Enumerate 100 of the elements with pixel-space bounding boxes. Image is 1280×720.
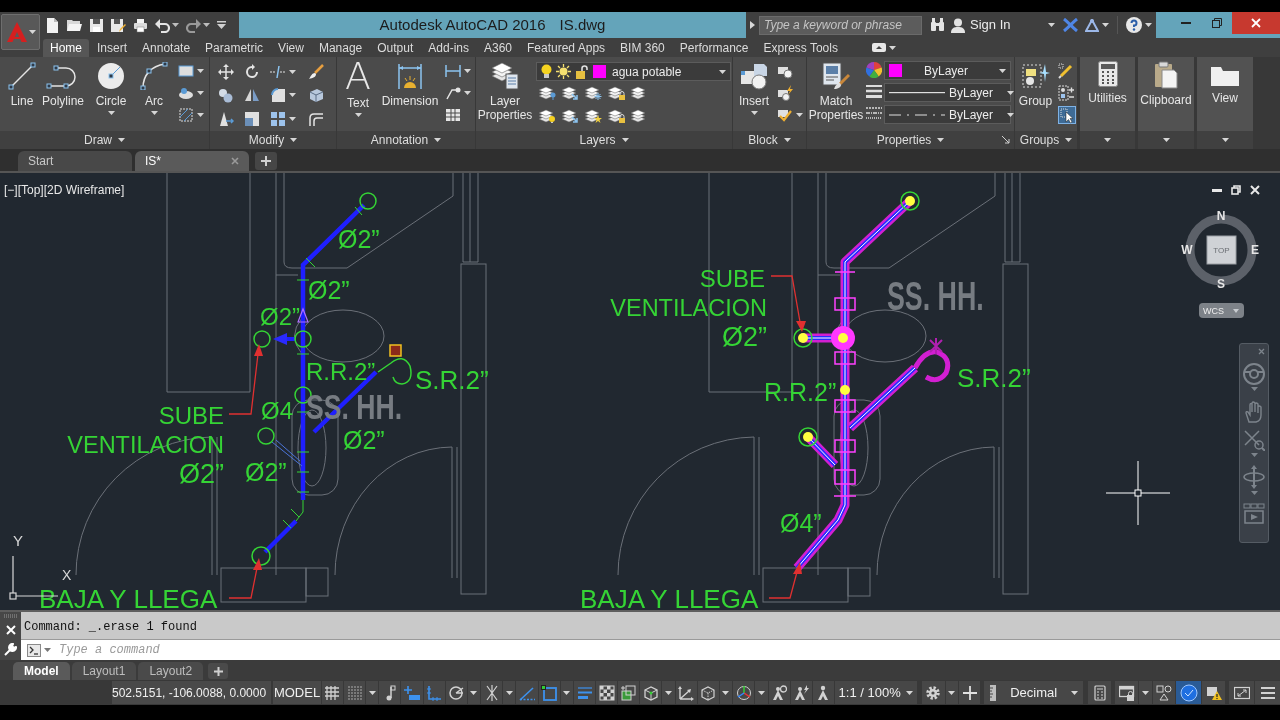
stacked-squares-icon[interactable] <box>620 684 637 701</box>
ellipse-dot-icon[interactable] <box>178 85 194 101</box>
grip-icon[interactable] <box>389 344 402 357</box>
search-field[interactable]: Type a keyword or phrase <box>759 15 922 35</box>
panel-title-button[interactable]: Layers <box>476 131 732 149</box>
grid-squares-icon[interactable] <box>270 111 286 128</box>
ribbon-tab[interactable]: Parametric <box>198 39 271 57</box>
brush-icon[interactable] <box>308 63 324 80</box>
circular-arrow-icon[interactable] <box>244 63 260 80</box>
ribbon-tab[interactable]: Home <box>43 39 89 57</box>
compass-label[interactable]: E <box>1251 243 1259 257</box>
layer-arrow-icon[interactable] <box>561 107 579 123</box>
caret-icon[interactable] <box>1102 23 1109 27</box>
four-arrows-icon[interactable] <box>218 63 234 80</box>
ucs-menu-button[interactable]: WCS <box>1199 303 1244 318</box>
leader-line-icon[interactable] <box>445 85 461 101</box>
caret-icon[interactable] <box>464 69 471 73</box>
caret-icon[interactable] <box>172 23 179 27</box>
line-tool-button[interactable]: Line <box>6 57 38 131</box>
layer-stack-icon[interactable] <box>630 107 648 123</box>
text-tool-button[interactable]: A Text <box>337 57 379 131</box>
redo-arrow-icon[interactable] <box>186 17 201 33</box>
caret-icon[interactable] <box>470 690 478 695</box>
clipboard-button[interactable]: Clipboard <box>1138 57 1194 131</box>
plus-bar-icon[interactable] <box>404 684 420 701</box>
right-angle-icon[interactable] <box>426 684 443 701</box>
line-weights-icon[interactable] <box>866 84 882 100</box>
caret-icon[interactable] <box>197 91 204 95</box>
customize-menu-icon[interactable] <box>217 21 226 29</box>
warning-icon[interactable] <box>1205 684 1222 701</box>
rectangle-check-icon[interactable] <box>777 107 793 123</box>
up-triangle-box-icon[interactable] <box>871 43 886 52</box>
caret-icon[interactable] <box>203 23 210 27</box>
circle-check-icon[interactable] <box>1179 683 1198 702</box>
layout-tab[interactable]: Layout2 <box>138 662 204 680</box>
polyline-tool-button[interactable]: Polyline <box>38 57 88 131</box>
panel-title-button[interactable]: Draw <box>0 131 209 149</box>
panel-title-button[interactable]: Properties <box>807 131 1014 149</box>
caret-icon[interactable] <box>197 69 204 73</box>
ribbon-tab[interactable]: View <box>271 39 311 57</box>
caret-icon[interactable] <box>948 690 956 695</box>
x-shape-icon[interactable] <box>1063 18 1078 32</box>
ribbon-tab[interactable]: Performance <box>672 39 756 57</box>
caret-icon[interactable] <box>796 113 803 117</box>
ribbon-tab[interactable]: Manage <box>311 39 370 57</box>
layer-arrow-icon[interactable] <box>561 84 579 100</box>
ribbon-tab[interactable]: Output <box>370 39 421 57</box>
fullscreen-icon[interactable] <box>1233 684 1250 701</box>
checkerboard-icon[interactable] <box>598 684 615 701</box>
open-lock-icon[interactable] <box>575 64 589 79</box>
layer-dropdown[interactable]: agua potable <box>536 62 731 81</box>
circles-icon[interactable] <box>218 87 234 104</box>
annotation-scale-dropdown[interactable]: 1:1 / 100% <box>834 681 917 704</box>
compass-label[interactable]: S <box>1217 277 1225 291</box>
dashed-lines-icon[interactable] <box>866 106 882 122</box>
binoculars-icon[interactable] <box>930 18 945 32</box>
dimension-line-icon[interactable] <box>445 63 461 79</box>
cube-icon[interactable] <box>642 684 659 701</box>
lineweight-dropdown[interactable]: ByLayer <box>884 83 1011 102</box>
cross-magnifier-icon[interactable] <box>1243 429 1265 451</box>
floppy-pencil-icon[interactable] <box>111 17 126 33</box>
new-layout-button[interactable] <box>208 663 229 679</box>
caret-icon[interactable] <box>888 45 896 50</box>
folder-icon[interactable] <box>67 17 82 33</box>
menu-icon[interactable] <box>1259 684 1276 701</box>
axes-icon[interactable] <box>678 684 695 701</box>
layer-pin-icon[interactable] <box>538 84 556 100</box>
line-weights-icon[interactable] <box>576 684 593 701</box>
panel-title-button[interactable]: Block <box>733 131 806 149</box>
ribbon-tab[interactable]: Annotate <box>135 39 198 57</box>
layout-tab[interactable]: Layout1 <box>71 662 137 680</box>
dashed-line-icon[interactable] <box>270 63 286 80</box>
triangle-arrow-icon[interactable] <box>218 111 234 128</box>
minimize-icon[interactable] <box>1212 188 1222 192</box>
customize-command-line-button[interactable] <box>4 643 17 656</box>
utilities-button[interactable]: Utilities <box>1080 57 1135 131</box>
caret-icon[interactable] <box>1141 690 1149 695</box>
angle-icon[interactable] <box>519 684 535 701</box>
caret-icon[interactable] <box>563 690 571 695</box>
sign-in-button[interactable]: Sign In <box>951 15 1055 35</box>
dialog-launcher-icon[interactable] <box>1002 136 1010 144</box>
ribbon-tab[interactable]: Express Tools <box>756 39 845 57</box>
caret-icon[interactable] <box>289 93 296 98</box>
layer-lock-icon[interactable] <box>607 84 625 100</box>
close-button[interactable] <box>1232 12 1280 34</box>
plus-minus-box-icon[interactable] <box>1058 85 1074 101</box>
caret-icon[interactable] <box>757 690 765 695</box>
film-strip-icon[interactable] <box>1243 503 1265 525</box>
caret-icon[interactable] <box>664 690 672 695</box>
ribbon-tab[interactable]: Add-ins <box>421 39 476 57</box>
ribbon-tab[interactable]: Insert <box>90 39 135 57</box>
shapes-lightning-icon[interactable] <box>777 85 793 101</box>
nested-squares-icon[interactable] <box>244 111 260 128</box>
hand-icon[interactable] <box>1244 401 1264 423</box>
cube-outline-icon[interactable] <box>700 684 717 701</box>
command-input-field[interactable]: Type a command <box>55 640 1280 660</box>
caret-icon[interactable] <box>368 690 376 695</box>
ribbon-tab[interactable]: A360 <box>477 39 519 57</box>
axes-circle-icon[interactable] <box>735 684 752 701</box>
parallel-curves-icon[interactable] <box>308 111 324 128</box>
